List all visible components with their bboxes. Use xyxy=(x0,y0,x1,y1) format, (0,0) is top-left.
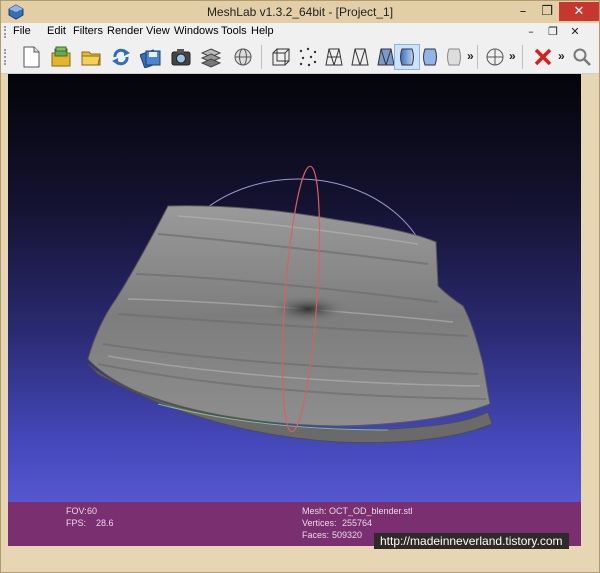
title-bar[interactable]: MeshLab v1.3.2_64bit - [Project_1] – ❐ ✕ xyxy=(1,1,599,23)
restore-button[interactable]: ❐ xyxy=(535,2,559,21)
texture-button[interactable] xyxy=(441,44,467,70)
menu-grip[interactable] xyxy=(4,26,10,38)
mesh-render xyxy=(87,165,493,444)
trackball-icon xyxy=(486,48,504,66)
bounding-box-icon xyxy=(272,48,290,66)
faces-value: 509320 xyxy=(332,530,363,540)
zoom-icon xyxy=(573,48,591,66)
vertices-label: Vertices: xyxy=(302,518,337,528)
mesh-label: Mesh: xyxy=(302,506,327,516)
toolbar-overflow-3[interactable]: » xyxy=(558,49,565,63)
trackball-button[interactable] xyxy=(482,44,508,70)
points-icon xyxy=(299,47,317,67)
layers-icon xyxy=(200,48,222,68)
menu-render[interactable]: Render xyxy=(107,25,143,37)
menu-edit[interactable]: Edit xyxy=(47,25,66,37)
camera-icon xyxy=(171,49,191,66)
mdi-close-button[interactable]: ✕ xyxy=(565,23,585,41)
reload-button[interactable] xyxy=(108,44,134,70)
fps-value: 28.6 xyxy=(96,518,114,528)
hidden-lines-icon xyxy=(351,48,369,66)
save-snapshot-button[interactable] xyxy=(138,44,164,70)
fov-label: FOV: xyxy=(66,506,87,516)
open-project-icon xyxy=(51,46,71,67)
menu-bar: File Edit Filters Render View Windows To… xyxy=(1,23,599,41)
meshlab-window: MeshLab v1.3.2_64bit - [Project_1] – ❐ ✕… xyxy=(0,0,600,573)
watermark: http://madeinneverland.tistory.com xyxy=(374,533,569,549)
mdi-minimize-button[interactable]: – xyxy=(521,23,541,41)
open-mesh-button[interactable] xyxy=(78,44,104,70)
new-project-button[interactable] xyxy=(18,44,44,70)
delete-icon xyxy=(534,48,552,66)
mdi-restore-button[interactable]: ❐ xyxy=(543,23,563,41)
delete-button[interactable] xyxy=(530,44,556,70)
faces-label: Faces: xyxy=(302,530,330,540)
toolbar-overflow-2[interactable]: » xyxy=(509,49,516,63)
minimize-button[interactable]: – xyxy=(511,2,535,21)
toolbar-separator xyxy=(477,45,478,69)
3d-viewport[interactable] xyxy=(8,74,581,502)
foveal-pit xyxy=(268,295,348,323)
close-button[interactable]: ✕ xyxy=(559,2,599,21)
light-button[interactable] xyxy=(417,44,443,70)
mesh-name: OCT_OD_blender.stl xyxy=(329,506,413,516)
open-project-button[interactable] xyxy=(48,44,74,70)
points-button[interactable] xyxy=(295,44,321,70)
menu-tools[interactable]: Tools xyxy=(221,25,247,37)
open-mesh-icon xyxy=(81,51,101,66)
globe-icon xyxy=(234,48,252,66)
menu-windows[interactable]: Windows xyxy=(174,25,219,37)
globe-button[interactable] xyxy=(230,44,256,70)
window-title: MeshLab v1.3.2_64bit - [Project_1] xyxy=(206,5,394,19)
light-icon xyxy=(423,48,437,66)
save-snapshot-icon xyxy=(140,49,161,68)
zoom-button[interactable] xyxy=(569,44,595,70)
menu-file[interactable]: File xyxy=(13,25,31,37)
wireframe-button[interactable] xyxy=(321,44,347,70)
texture-icon xyxy=(447,48,461,66)
fov-value: 60 xyxy=(87,506,98,516)
new-project-icon xyxy=(23,46,40,68)
layers-button[interactable] xyxy=(198,44,224,70)
menu-view[interactable]: View xyxy=(146,25,170,37)
toolbar-grip[interactable] xyxy=(4,49,10,65)
snapshot-button[interactable] xyxy=(168,44,194,70)
smooth-shading-icon xyxy=(400,48,414,66)
menu-filters[interactable]: Filters xyxy=(73,25,103,37)
vertices-value: 255764 xyxy=(342,518,373,528)
toolbar-overflow-1[interactable]: » xyxy=(467,49,474,63)
menu-help[interactable]: Help xyxy=(251,25,274,37)
wireframe-icon xyxy=(325,48,343,66)
toolbar-separator xyxy=(261,45,262,69)
window-bottom-frame xyxy=(1,546,599,572)
fps-label: FPS: xyxy=(66,518,87,528)
toolbar-separator xyxy=(522,45,523,69)
reload-icon xyxy=(112,48,130,66)
main-toolbar: » » » xyxy=(1,41,599,74)
hidden-lines-button[interactable] xyxy=(347,44,373,70)
bounding-box-button[interactable] xyxy=(268,44,294,70)
